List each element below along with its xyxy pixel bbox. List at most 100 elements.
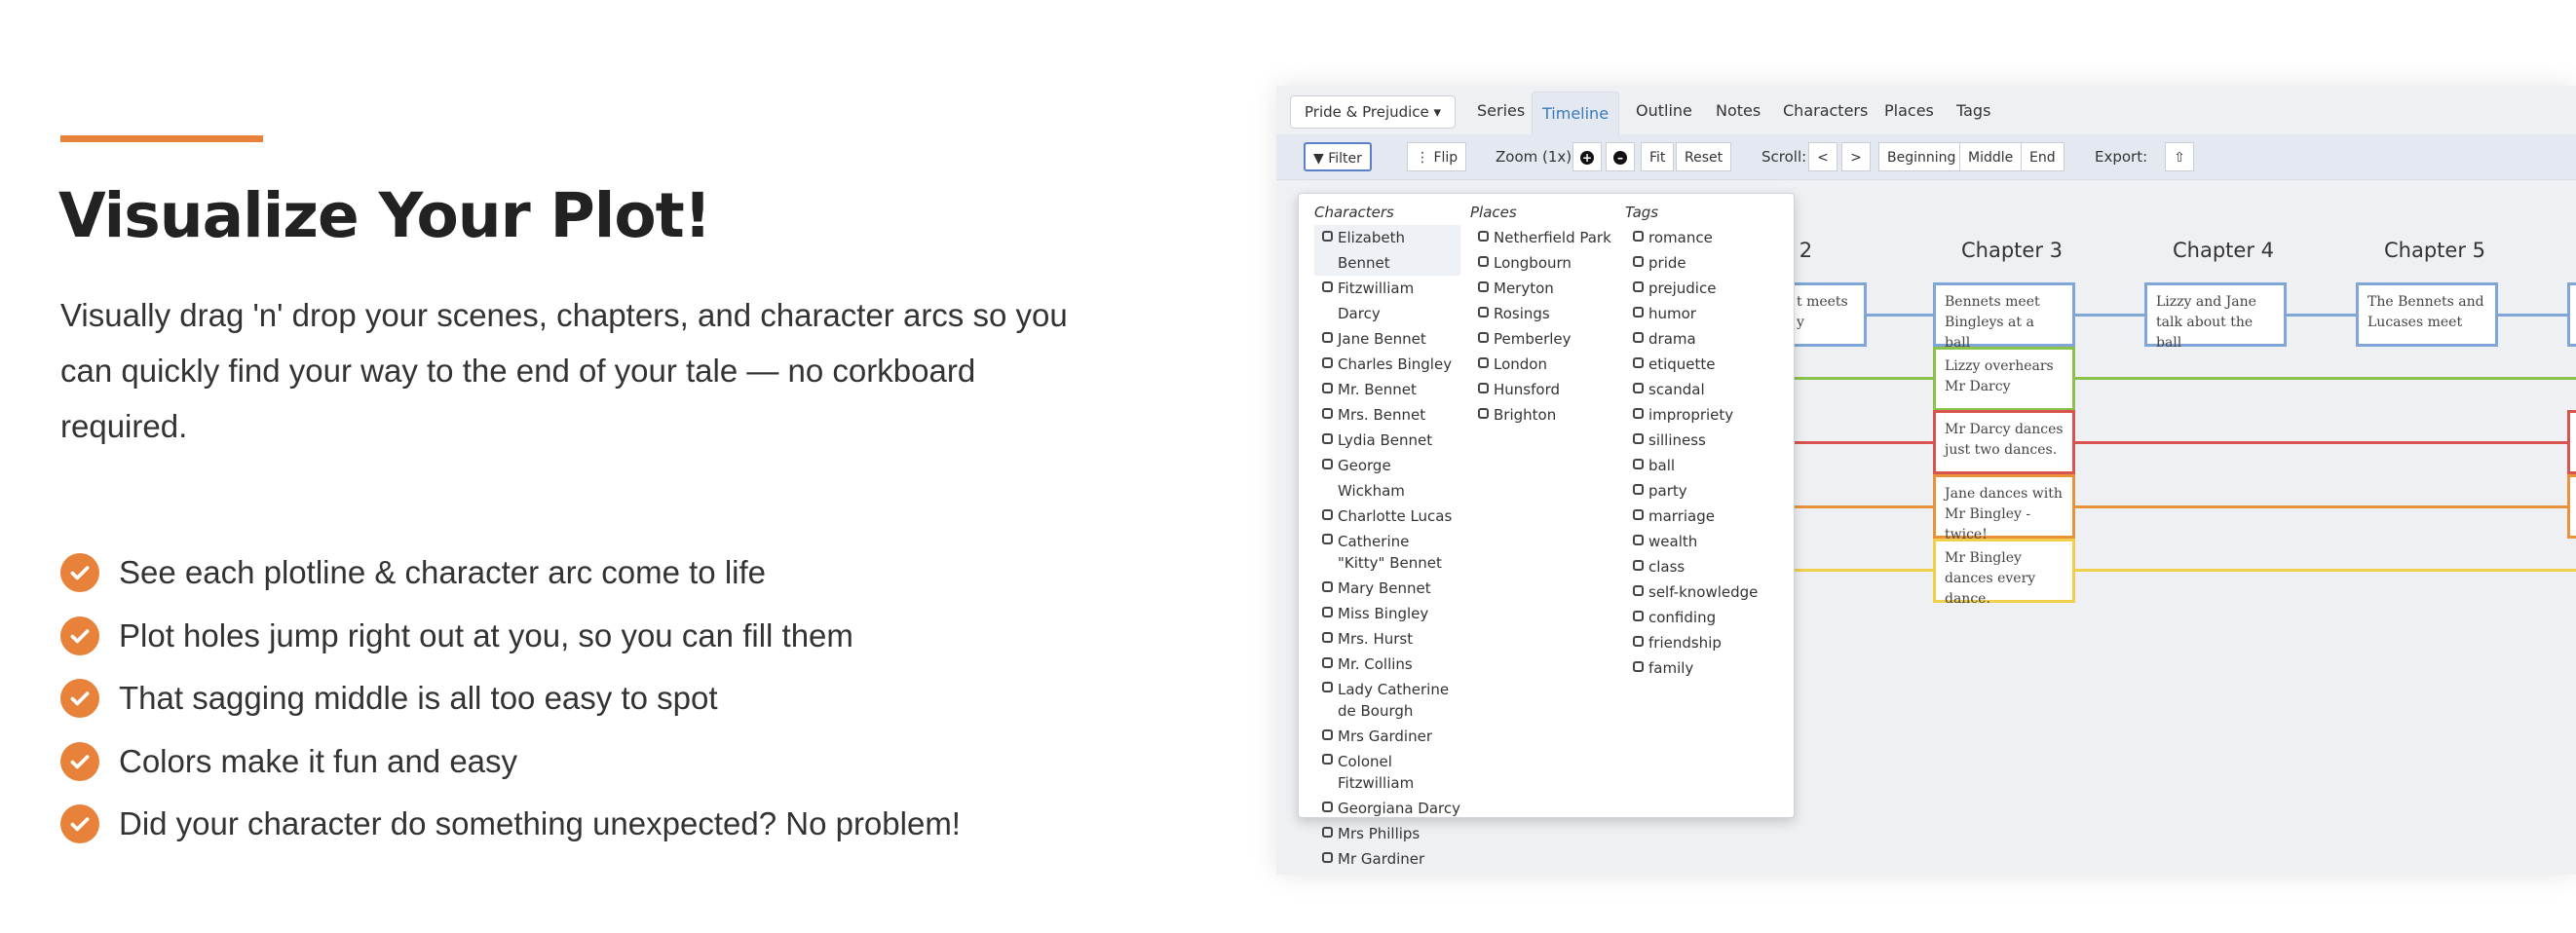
fit-button[interactable]: Fit [1641,142,1675,171]
filter-option-tag[interactable]: romance [1625,225,1781,250]
zoom-in-button[interactable]: + [1572,142,1602,171]
filter-option-tag[interactable]: humor [1625,301,1781,326]
filter-option-tag[interactable]: friendship [1625,630,1781,655]
reset-button[interactable]: Reset [1676,142,1732,171]
scroll-middle-button[interactable]: Middle [1959,142,2023,171]
filter-option-character[interactable]: Mrs. Bennet [1314,402,1460,428]
flip-button[interactable]: ⋮ Flip [1407,142,1467,171]
project-dropdown[interactable]: Pride & Prejudice ▾ [1290,95,1457,129]
tab-series[interactable]: Series [1467,97,1534,125]
tab-timeline[interactable]: Timeline [1532,92,1620,135]
filter-option-character[interactable]: Mr Gardiner [1314,846,1460,872]
scroll-left-button[interactable]: < [1808,142,1837,171]
filter-option-tag[interactable]: drama [1625,326,1781,352]
filter-option-character[interactable]: Elizabeth Bennet [1314,225,1460,276]
checkbox-icon [1633,307,1644,317]
filter-option-character[interactable]: Mrs Phillips [1314,821,1460,846]
checkbox-icon [1633,585,1644,596]
scroll-label: Scroll: [1762,148,1807,166]
filter-button[interactable]: ▼ Filter [1304,142,1372,171]
checkbox-icon [1322,852,1333,863]
zoom-out-button[interactable]: – [1606,142,1635,171]
filter-option-tag[interactable]: marriage [1625,504,1781,529]
filter-option-character[interactable]: Jane Bennet [1314,326,1460,352]
plotline-yellow [1793,569,2576,572]
scene-card[interactable]: Mr Bingley dances every dance. [1933,539,2075,607]
filter-option-character[interactable]: Charles Bingley [1314,352,1460,377]
checkbox-icon [1322,281,1333,292]
filter-option-place[interactable]: Pemberley [1470,326,1616,352]
zoom-in-icon: + [1580,151,1594,165]
filter-option-character[interactable]: Mr. Collins [1314,652,1460,677]
scene-card[interactable]: Jane dances with Mr Bingley - twice! [1933,474,2075,542]
filter-option-tag[interactable]: ball [1625,453,1781,478]
filter-option-character[interactable]: Colonel Fitzwilliam [1314,749,1435,796]
intro-paragraph: Visually drag 'n' drop your scenes, chap… [60,297,1068,444]
checkbox-icon [1633,509,1644,520]
filter-option-tag[interactable]: etiquette [1625,352,1781,377]
scene-card-edge[interactable] [2567,474,2576,539]
check-circle-icon [60,553,99,593]
filter-option-place[interactable]: Netherfield Park [1470,225,1616,250]
check-circle-icon [60,804,99,844]
filter-option-place[interactable]: Brighton [1470,402,1616,428]
filter-option-character[interactable]: Fitzwilliam Darcy [1314,276,1460,326]
scene-card[interactable]: Mr Darcy dances just two dances. [1933,410,2075,474]
filter-option-character[interactable]: Miss Bingley [1314,601,1460,626]
scene-card[interactable]: Lizzy and Jane talk about the ball [2144,282,2287,351]
filter-option-tag[interactable]: silliness [1625,428,1781,453]
tab-places[interactable]: Places [1875,97,1944,125]
filter-option-character[interactable]: Mr. Bennet [1314,377,1460,402]
scene-card-edge[interactable] [2567,282,2576,347]
scroll-right-button[interactable]: > [1841,142,1871,171]
feature-text: See each plotline & character arc come t… [119,554,767,591]
tab-outline[interactable]: Outline [1626,97,1702,125]
filter-option-tag[interactable]: prejudice [1625,276,1781,301]
filter-option-tag[interactable]: self-knowledge [1625,579,1781,605]
export-button[interactable]: ⇧ [2165,142,2194,171]
filter-option-tag[interactable]: impropriety [1625,402,1781,428]
filter-option-character[interactable]: Lydia Bennet [1314,428,1460,453]
filter-option-tag[interactable]: scandal [1625,377,1781,402]
scroll-beginning-button[interactable]: Beginning [1878,142,1965,171]
scene-card[interactable]: Lizzy overhears Mr Darcy [1933,347,2075,411]
tags-title: Tags [1625,204,1659,221]
filter-option-tag[interactable]: family [1625,655,1781,681]
checkbox-icon [1478,231,1489,242]
filter-option-character[interactable]: Charlotte Lucas [1314,504,1460,529]
filter-option-place[interactable]: Rosings [1470,301,1616,326]
checkbox-icon [1478,332,1489,343]
plotline-green [1793,377,2576,380]
toolbar: ▼ Filter ⋮ Flip Zoom (1x): + – Fit Reset… [1276,134,2576,180]
filter-option-character[interactable]: Mrs. Hurst [1314,626,1460,652]
filter-option-place[interactable]: Hunsford [1470,377,1616,402]
tab-notes[interactable]: Notes [1706,97,1770,125]
zoom-out-icon: – [1613,151,1627,165]
scene-card[interactable]: Bennets meet Bingleys at a ball [1933,282,2075,351]
filter-option-character[interactable]: Mary Bennet [1314,576,1460,601]
filter-option-character[interactable]: Georgiana Darcy [1314,796,1460,821]
scene-card-edge[interactable] [2567,410,2576,474]
filter-option-tag[interactable]: class [1625,554,1781,579]
filter-option-place[interactable]: London [1470,352,1616,377]
feature-text: That sagging middle is all too easy to s… [119,680,718,717]
checkbox-icon [1322,383,1333,393]
filter-option-place[interactable]: Longbourn [1470,250,1616,276]
checkbox-icon [1633,433,1644,444]
filter-option-tag[interactable]: wealth [1625,529,1781,554]
filter-option-tag[interactable]: confiding [1625,605,1781,630]
tab-tags[interactable]: Tags [1947,97,2000,125]
checkbox-icon [1322,534,1333,544]
scene-card[interactable]: t meets y [1785,282,1867,347]
filter-option-character[interactable]: Lady Catherine de Bourgh [1314,677,1460,724]
filter-option-character[interactable]: George Wickham [1314,453,1460,504]
checkbox-icon [1478,281,1489,292]
filter-option-place[interactable]: Meryton [1470,276,1616,301]
tab-characters[interactable]: Characters [1773,97,1877,125]
filter-option-tag[interactable]: party [1625,478,1781,504]
scroll-end-button[interactable]: End [2021,142,2065,171]
scene-card[interactable]: The Bennets and Lucases meet [2356,282,2498,347]
filter-option-tag[interactable]: pride [1625,250,1781,276]
filter-option-character[interactable]: Catherine "Kitty" Bennet [1314,529,1460,576]
filter-option-character[interactable]: Mrs Gardiner [1314,724,1460,749]
